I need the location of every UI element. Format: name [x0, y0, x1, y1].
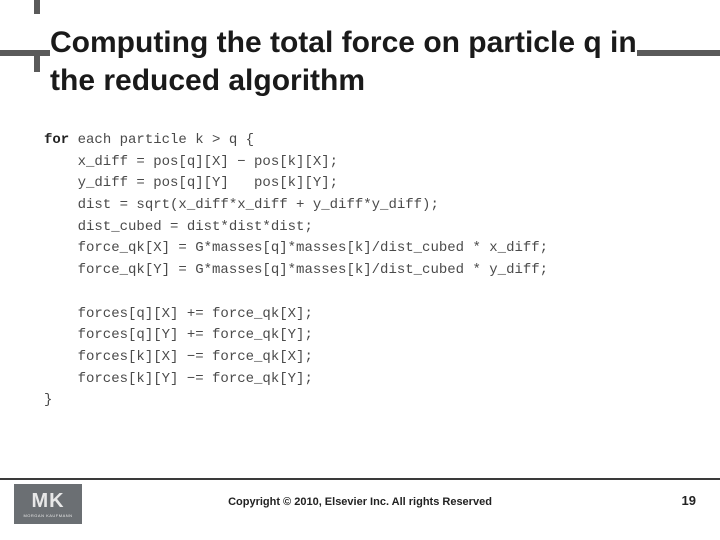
footer: MK MORGAN KAUFMANN Copyright © 2010, Els… — [0, 478, 720, 530]
code-keyword: for — [44, 132, 69, 148]
page-number: 19 — [682, 493, 696, 508]
slide: Computing the total force on particle q … — [0, 0, 720, 540]
title-line-2: the reduced algorithm — [50, 64, 365, 97]
slide-title: Computing the total force on particle q … — [50, 24, 680, 99]
left-tick-below-rule — [34, 50, 40, 72]
code-block: for each particle k > q { x_diff = pos[q… — [44, 130, 660, 412]
footer-divider — [0, 478, 720, 480]
code-body: each particle k > q { x_diff = pos[q][X]… — [44, 132, 548, 408]
top-left-tick — [34, 0, 40, 14]
title-line-1: Computing the total force on particle q … — [50, 26, 637, 59]
logo-sub-text: MORGAN KAUFMANN — [23, 513, 72, 518]
copyright-text: Copyright © 2010, Elsevier Inc. All righ… — [0, 496, 720, 508]
